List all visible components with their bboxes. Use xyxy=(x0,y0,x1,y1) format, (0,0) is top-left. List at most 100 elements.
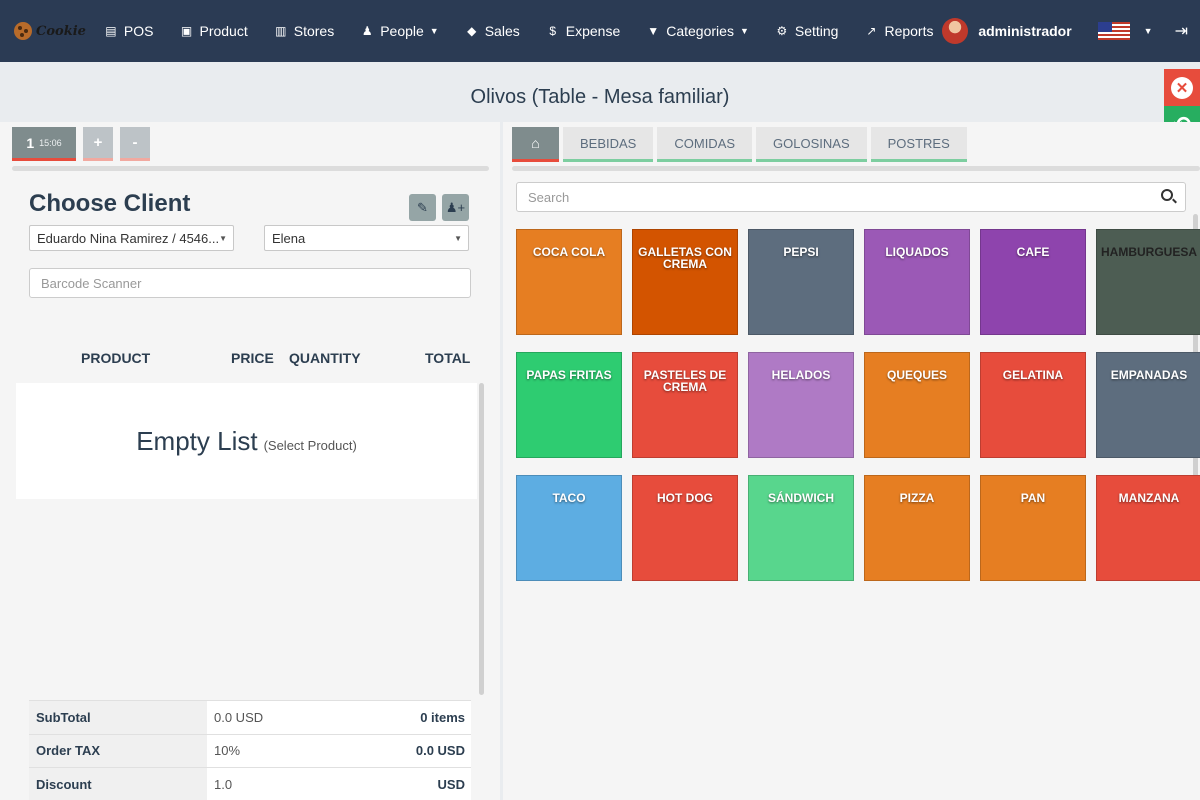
product-tile[interactable]: HELADOS xyxy=(748,352,854,458)
nav-item-product[interactable]: ▣ Product xyxy=(179,23,248,39)
totals-table: SubTotal 0.0 USD 0 items Order TAX 10% 0.0 US… xyxy=(29,700,471,800)
totals-value[interactable]: 10% xyxy=(207,734,416,767)
totals-label: SubTotal xyxy=(29,701,207,734)
product-name: CAFE xyxy=(1016,245,1050,259)
product-tile[interactable]: MANZANA xyxy=(1096,475,1200,581)
brand-logo[interactable]: Cookie xyxy=(14,22,86,40)
nav-item-expense[interactable]: $ Expense xyxy=(546,23,620,39)
totals-value[interactable]: 1.0 xyxy=(207,768,438,800)
us-flag-icon[interactable] xyxy=(1097,22,1130,40)
nav-item-label: Expense xyxy=(565,23,621,39)
nav-item-stores[interactable]: ▥ Stores xyxy=(274,23,334,39)
order-time: 15:06 xyxy=(39,137,62,148)
add-order-button[interactable]: + xyxy=(83,127,113,161)
chevron-down-icon: ▼ xyxy=(454,234,462,243)
product-tile[interactable]: QUEQUES xyxy=(864,352,970,458)
tag-icon: ✎ xyxy=(417,199,428,215)
product-tile[interactable]: PASTELES DE CREMA xyxy=(632,352,738,458)
nav-item-people[interactable]: ♟ People ▼ xyxy=(360,23,439,39)
nav-item-sales[interactable]: ◆ Sales xyxy=(465,23,520,39)
product-tile[interactable]: TACO xyxy=(516,475,622,581)
product-tile[interactable]: GELATINA xyxy=(980,352,1086,458)
chevron-down-icon[interactable]: ▼ xyxy=(1144,26,1153,36)
nav-item-setting[interactable]: ⚙ Setting xyxy=(775,23,838,39)
divider xyxy=(512,166,1200,171)
nav-item-label: POS xyxy=(123,23,154,39)
nav-reports-icon: ↗ xyxy=(866,24,877,38)
product-tile[interactable]: EMPANADAS xyxy=(1096,352,1200,458)
product-tile[interactable]: PEPSI xyxy=(748,229,854,335)
tab-golosinas[interactable]: GOLOSINAS xyxy=(756,127,867,162)
tab-postres[interactable]: POSTRES xyxy=(870,127,967,162)
search-input[interactable]: Search xyxy=(516,182,1186,212)
waiter-select[interactable]: Elena ▼ xyxy=(264,225,469,251)
totals-row: Order TAX 10% 0.0 USD xyxy=(29,733,471,767)
user-avatar[interactable] xyxy=(942,18,969,44)
totals-row: SubTotal 0.0 USD 0 items xyxy=(29,700,471,734)
cookie-icon xyxy=(14,22,32,40)
tab-home[interactable]: ⌂ xyxy=(512,127,559,162)
nav-product-icon: ▣ xyxy=(180,24,193,38)
product-name: HELADOS xyxy=(771,368,831,382)
totals-amount: 0 items xyxy=(420,701,471,734)
product-name: TACO xyxy=(552,491,586,505)
add-user-icon: ♟+ xyxy=(445,199,466,215)
product-tile[interactable]: GALLETAS CON CREMA xyxy=(632,229,738,335)
product-name: HAMBURGUESA xyxy=(1101,245,1197,259)
remove-order-button[interactable]: - xyxy=(120,127,150,161)
order-tab-active[interactable]: 1 15:06 xyxy=(12,127,76,161)
nav-item-label: Stores xyxy=(293,23,335,39)
nav-people-icon: ♟ xyxy=(361,24,373,38)
nav-sales-icon: ◆ xyxy=(467,24,477,38)
tab-comidas[interactable]: COMIDAS xyxy=(657,127,753,162)
product-tile[interactable]: PAN xyxy=(980,475,1086,581)
product-name: LIQUADOS xyxy=(885,245,949,259)
product-tile[interactable]: HOT DOG xyxy=(632,475,738,581)
product-name: GELATINA xyxy=(1002,368,1064,382)
search-icon[interactable] xyxy=(1161,189,1173,201)
product-tile[interactable]: LIQUADOS xyxy=(864,229,970,335)
customer-select[interactable]: Eduardo Nina Ramirez / 4546... ▼ xyxy=(29,225,234,251)
product-name: PEPSI xyxy=(783,245,819,259)
product-tile[interactable]: SÁNDWICH xyxy=(748,475,854,581)
product-tile[interactable]: COCA COLA xyxy=(516,229,622,335)
top-navbar: Cookie ▤ POS ▣ Product ▥ Stores ♟ People ▼ ◆ Sales… xyxy=(0,0,1200,62)
close-order-button[interactable]: ✕ xyxy=(1164,69,1200,106)
product-name: COCA COLA xyxy=(532,245,606,259)
empty-list-text: Empty List xyxy=(136,425,258,456)
chevron-down-icon: ▼ xyxy=(429,26,439,36)
totals-row: Discount 1.0 USD xyxy=(29,767,471,800)
product-tile[interactable]: HAMBURGUESA xyxy=(1096,229,1200,335)
nav-categories-icon: ▼ xyxy=(647,24,660,38)
totals-value: 0.0 USD xyxy=(207,701,421,734)
product-name: MANZANA xyxy=(1118,491,1180,505)
tab-bebidas[interactable]: BEBIDAS xyxy=(563,127,654,162)
add-client-button[interactable]: ♟+ xyxy=(442,194,469,221)
logout-icon[interactable]: ⇥ xyxy=(1175,21,1188,41)
discount-tag-button[interactable]: ✎ xyxy=(409,194,436,221)
column-header-price: PRICE xyxy=(231,350,274,366)
waiter-select-value: Elena xyxy=(272,230,306,246)
product-tile[interactable]: PAPAS FRITAS xyxy=(516,352,622,458)
page-title: Olivos (Table - Mesa familiar) xyxy=(470,86,730,108)
nav-expense-icon: $ xyxy=(549,24,557,38)
chevron-down-icon: ▼ xyxy=(219,234,227,243)
nav-item-reports[interactable]: ↗ Reports xyxy=(864,23,933,39)
product-name: PAN xyxy=(1020,491,1046,505)
empty-order-list: Empty List (Select Product) xyxy=(16,383,477,499)
username[interactable]: administrador xyxy=(978,23,1071,39)
product-tile[interactable]: PIZZA xyxy=(864,475,970,581)
empty-list-hint: (Select Product) xyxy=(263,437,357,453)
product-name: EMPANADAS xyxy=(1110,368,1188,382)
nav-stores-icon: ▥ xyxy=(275,24,287,38)
nav-item-categories[interactable]: ▼ Categories ▼ xyxy=(646,23,749,39)
product-panel: ⌂ BEBIDAS COMIDAS GOLOSINAS POSTRES Search … xyxy=(503,122,1200,800)
product-name: PIZZA xyxy=(899,491,935,505)
product-name: QUEQUES xyxy=(886,368,947,382)
nav-item-pos[interactable]: ▤ POS xyxy=(104,23,154,39)
barcode-input[interactable]: Barcode Scanner xyxy=(29,268,471,298)
product-name: SÁNDWICH xyxy=(768,491,834,505)
search-placeholder: Search xyxy=(528,189,570,205)
product-tile[interactable]: CAFE xyxy=(980,229,1086,335)
order-list-scrollbar[interactable] xyxy=(479,383,484,695)
